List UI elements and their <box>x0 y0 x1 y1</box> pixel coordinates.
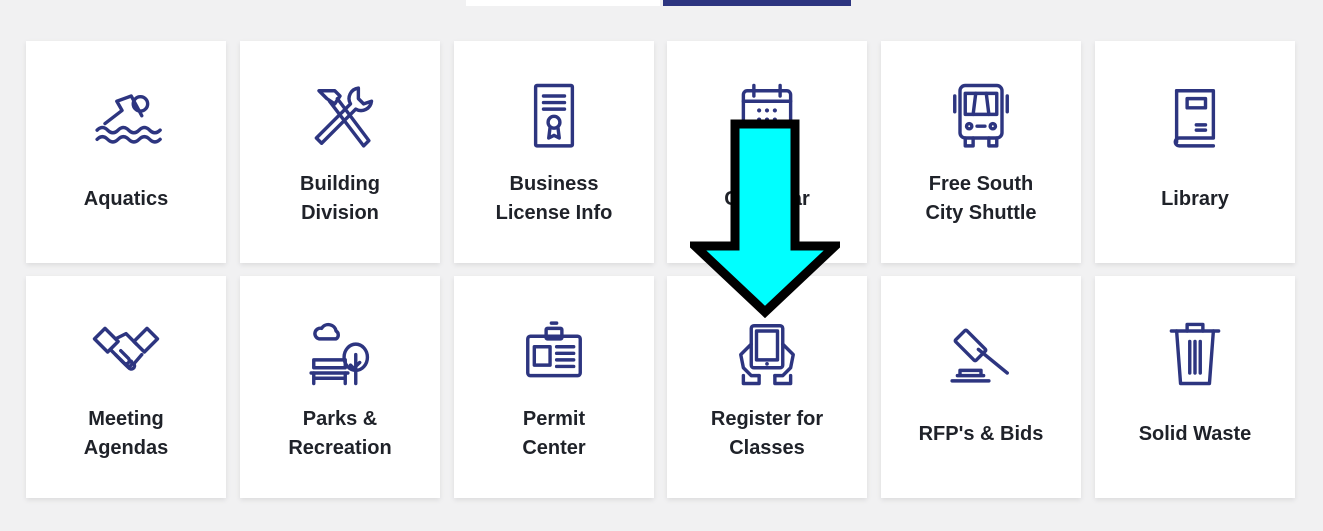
gavel-icon <box>939 310 1023 394</box>
hammer-wrench-icon <box>298 75 382 159</box>
tile-label: Business License Info <box>495 173 613 224</box>
top-strip-white <box>466 0 660 6</box>
tile-library[interactable]: Library <box>1095 41 1295 263</box>
book-icon <box>1153 75 1237 159</box>
tile-label: Library <box>1161 187 1229 210</box>
certificate-icon <box>512 75 596 159</box>
tile-parks-recreation[interactable]: Parks & Recreation <box>240 276 440 498</box>
tile-label: Parks & Recreation <box>288 408 392 459</box>
tile-free-south-city-shuttle[interactable]: Free South City Shuttle <box>881 41 1081 263</box>
tile-calendar[interactable]: Calendar <box>667 41 867 263</box>
tile-building-division[interactable]: Building Division <box>240 41 440 263</box>
tile-label: Aquatics <box>83 187 169 210</box>
trash-can-icon <box>1153 310 1237 394</box>
tile-permit-center[interactable]: Permit Center <box>454 276 654 498</box>
calendar-icon <box>725 75 809 159</box>
tile-meeting-agendas[interactable]: Meeting Agendas <box>26 276 226 498</box>
tile-label: Building Division <box>300 173 380 224</box>
top-strip-active-tab[interactable] <box>663 0 851 6</box>
handshake-icon <box>84 310 168 394</box>
swimmer-icon <box>84 75 168 159</box>
tile-label: RFP's & Bids <box>918 422 1044 445</box>
tile-label: Calendar <box>724 187 810 210</box>
park-bench-tree-icon <box>298 310 382 394</box>
tile-aquatics[interactable]: Aquatics <box>26 41 226 263</box>
id-badge-icon <box>512 310 596 394</box>
tile-label: Meeting Agendas <box>83 408 169 459</box>
tile-solid-waste[interactable]: Solid Waste <box>1095 276 1295 498</box>
tile-label: Free South City Shuttle <box>925 173 1037 224</box>
tile-label: Register for Classes <box>710 408 824 459</box>
tile-label: Permit Center <box>522 408 586 459</box>
tile-rfps-bids[interactable]: RFP's & Bids <box>881 276 1081 498</box>
bus-icon <box>939 75 1023 159</box>
tile-business-license-info[interactable]: Business License Info <box>454 41 654 263</box>
tile-label: Solid Waste <box>1138 422 1252 445</box>
tablet-hands-icon <box>725 310 809 394</box>
tile-register-for-classes[interactable]: Register for Classes <box>667 276 867 498</box>
